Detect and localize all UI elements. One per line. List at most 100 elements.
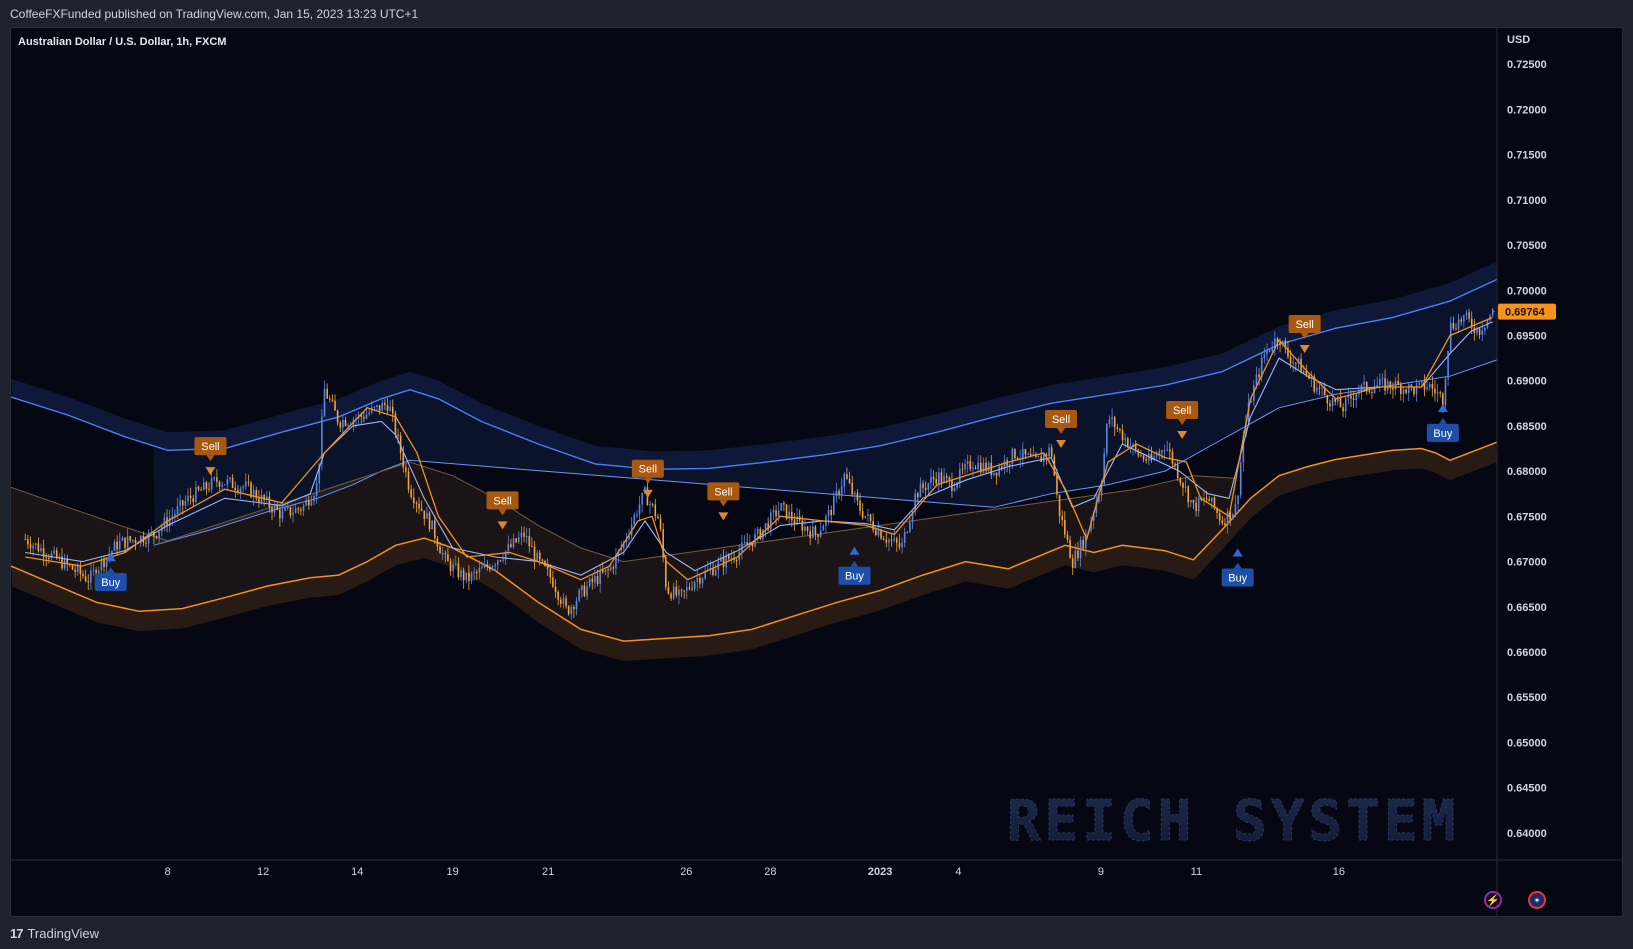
candle-body — [1392, 387, 1394, 390]
y-tick-label: 0.69500 — [1507, 330, 1547, 342]
chart-title: Australian Dollar / U.S. Dollar, 1h, FXC… — [18, 36, 227, 48]
candle-body — [764, 523, 767, 530]
candle-body — [489, 567, 491, 570]
publisher-bar: CoffeeFXFunded published on TradingView.… — [0, 0, 1633, 27]
buy-signal[interactable]: Buy — [1426, 403, 1459, 442]
candle-body — [1405, 389, 1407, 393]
candle-body — [313, 495, 315, 502]
candle-body — [953, 487, 956, 492]
candle-body — [1421, 381, 1423, 383]
candle-body — [1061, 516, 1063, 520]
candle-body — [412, 497, 415, 503]
candle-body — [494, 565, 496, 567]
candle-body — [189, 495, 192, 499]
candle-body — [1071, 558, 1074, 568]
x-tick-label: 2023 — [868, 866, 892, 878]
candle-body — [817, 534, 819, 537]
candle-body — [775, 510, 777, 517]
sell-signal[interactable]: Sell — [707, 482, 740, 521]
candle-body — [875, 530, 877, 536]
candle-body — [334, 400, 336, 411]
candle-body — [1266, 350, 1268, 355]
candle-body — [1295, 362, 1297, 364]
candle-body — [1029, 453, 1032, 456]
candle-body — [1289, 356, 1292, 364]
candle-body — [302, 505, 305, 511]
y-tick-label: 0.71000 — [1507, 195, 1547, 207]
candle-body — [735, 559, 738, 561]
lightning-icon[interactable]: ⚡ — [1484, 891, 1502, 909]
candle-body — [1224, 523, 1226, 526]
tradingview-logo[interactable]: 17 TradingView — [10, 926, 99, 941]
candle-body — [536, 552, 538, 561]
candle-body — [391, 406, 394, 414]
candle-body — [1119, 428, 1121, 431]
buy-arrow-icon — [1437, 403, 1448, 412]
candle-body — [187, 495, 189, 502]
candle-body — [452, 564, 454, 572]
candle-body — [431, 520, 433, 530]
candle-body — [1111, 417, 1113, 420]
x-tick-label: 8 — [165, 866, 171, 878]
candle-body — [1342, 407, 1344, 412]
candle-body — [465, 572, 468, 581]
candle-body — [310, 501, 313, 506]
candle-body — [1379, 379, 1381, 386]
candle-body — [378, 405, 381, 411]
candle-body — [221, 484, 223, 487]
candle-body — [158, 531, 160, 538]
candle-body — [271, 507, 273, 513]
candle-body — [993, 472, 995, 475]
candle-body — [573, 606, 575, 610]
candle-body — [1166, 449, 1169, 451]
candle-body — [525, 536, 528, 538]
candle-body — [948, 477, 951, 480]
candle-body — [549, 568, 552, 578]
candle-body — [791, 511, 793, 521]
candle-body — [562, 598, 565, 604]
buy-arrow-icon — [1232, 548, 1243, 557]
buy-signal[interactable]: Buy — [1221, 548, 1254, 587]
chart-area[interactable]: REICH SYSTEM Buy Sell Sell Sell Sell Buy Sell S… — [10, 27, 1623, 917]
sell-arrow-icon — [642, 489, 653, 498]
candle-body — [436, 538, 439, 547]
publisher-text: CoffeeFXFunded published on TradingView.… — [10, 7, 419, 21]
y-tick-label: 0.67000 — [1507, 557, 1547, 569]
candle-body — [861, 510, 864, 518]
x-tick-label: 26 — [680, 866, 692, 878]
candle-body — [496, 560, 499, 566]
candle-body — [468, 572, 470, 582]
candle-body — [415, 502, 418, 504]
candle-body — [1077, 550, 1079, 558]
candle-body — [940, 472, 943, 483]
candle-body — [756, 528, 759, 534]
x-tick-label: 12 — [257, 866, 269, 878]
candle-body — [743, 542, 746, 544]
candle-body — [741, 542, 743, 552]
candle-body — [609, 567, 612, 571]
candle-body — [932, 476, 935, 479]
candle-body — [1066, 534, 1069, 540]
candle-body — [533, 546, 536, 561]
australia-flag-icon[interactable]: ✶ — [1528, 891, 1546, 909]
last-price-label: 0.69764 — [1505, 307, 1546, 319]
tradingview-logo-icon: 17 — [10, 926, 24, 941]
candle-body — [636, 514, 638, 516]
candle-body — [699, 577, 701, 584]
candle-body — [1008, 463, 1011, 466]
candle-body — [305, 500, 307, 506]
candle-body — [557, 591, 559, 600]
candle-body — [1195, 502, 1197, 512]
y-tick-label: 0.65500 — [1507, 692, 1547, 704]
candle-body — [596, 576, 599, 584]
candle-body — [1439, 392, 1442, 394]
candle-body — [439, 546, 441, 554]
candle-body — [777, 510, 780, 517]
candle-body — [1363, 381, 1365, 385]
candle-body — [607, 569, 609, 571]
candle-body — [1079, 539, 1082, 558]
candle-body — [281, 510, 284, 519]
candle-body — [586, 586, 588, 597]
candle-body — [882, 538, 885, 541]
price-chart[interactable]: REICH SYSTEM Buy Sell Sell Sell Sell Buy Sell S… — [11, 28, 1622, 916]
